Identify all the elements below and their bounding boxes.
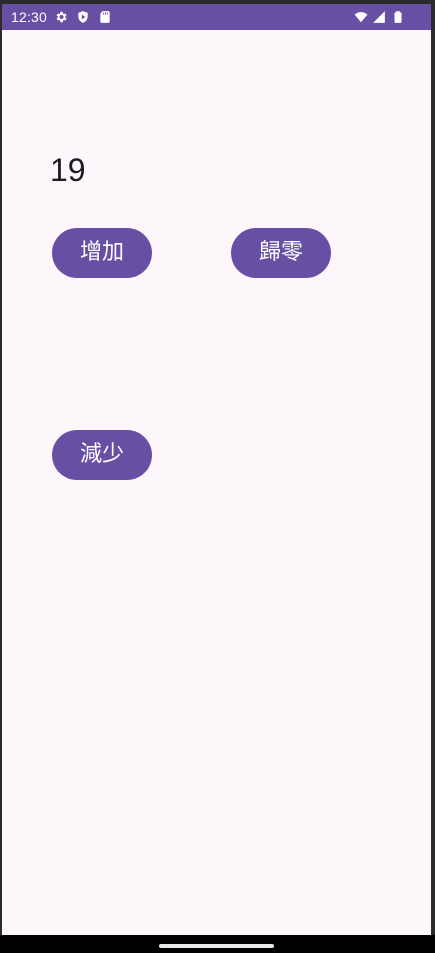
home-gesture-handle[interactable] bbox=[159, 944, 274, 948]
app-screen: 12:30 19 增加 歸零 減少 bbox=[2, 4, 431, 935]
reset-button[interactable]: 歸零 bbox=[231, 228, 331, 278]
sd-card-icon bbox=[100, 11, 110, 23]
battery-icon bbox=[394, 11, 402, 23]
counter-value: 19 bbox=[50, 152, 86, 188]
device-frame: 12:30 19 增加 歸零 減少 bbox=[0, 0, 435, 953]
gear-icon bbox=[56, 11, 67, 23]
status-bar: 12:30 bbox=[2, 4, 431, 30]
cell-signal-icon bbox=[373, 11, 385, 23]
status-time: 12:30 bbox=[11, 9, 48, 25]
decrement-button[interactable]: 減少 bbox=[52, 430, 152, 480]
shield-play-icon bbox=[78, 11, 88, 23]
navigation-bar bbox=[0, 935, 435, 953]
increment-button[interactable]: 增加 bbox=[52, 228, 152, 278]
wifi-icon bbox=[354, 12, 368, 23]
